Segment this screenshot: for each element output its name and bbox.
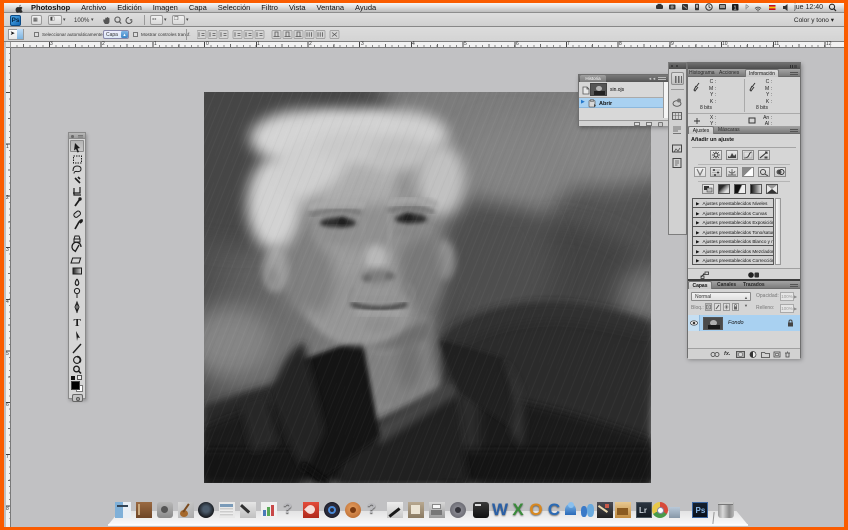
svg-text:1: 1 <box>734 5 737 11</box>
svg-text:T: T <box>74 317 82 329</box>
